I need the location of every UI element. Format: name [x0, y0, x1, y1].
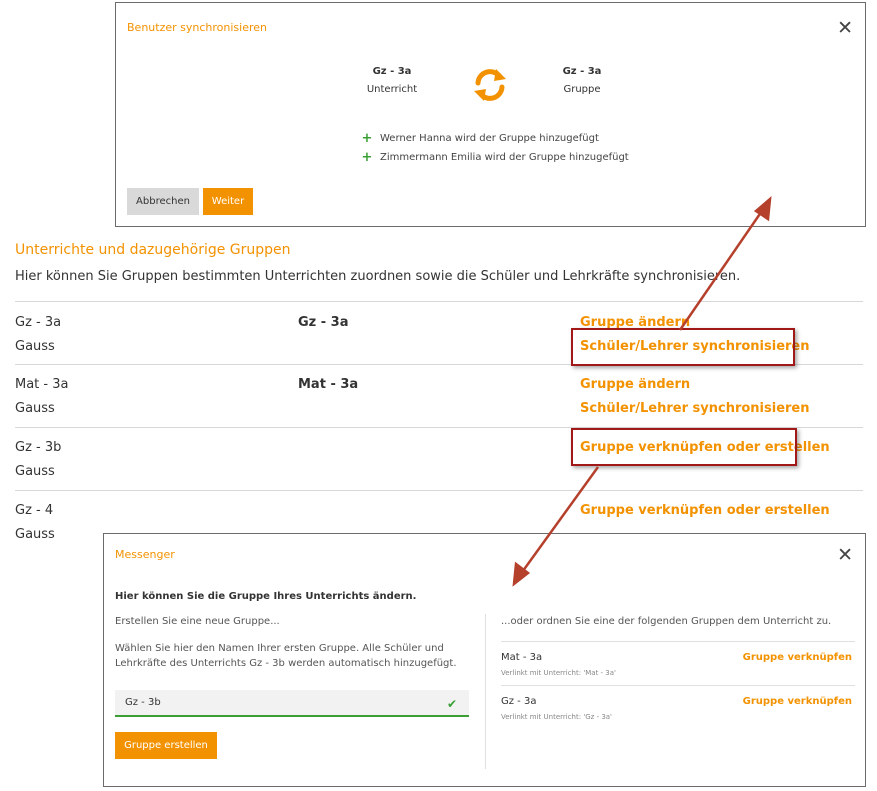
sync-source: Gz - 3a Unterricht — [352, 66, 432, 95]
course-name: Mat - 3a — [15, 377, 69, 392]
plus-icon: + — [361, 131, 373, 146]
modal-title: Messenger — [115, 548, 175, 561]
sync-target: Gz - 3a Gruppe — [542, 66, 622, 95]
create-group-button[interactable]: Gruppe erstellen — [115, 732, 217, 759]
change-group-link[interactable]: Gruppe ändern — [580, 377, 690, 392]
teacher-name: Gauss — [15, 527, 55, 542]
assign-group-subtitle: ...oder ordnen Sie eine der folgenden Gr… — [501, 616, 832, 627]
group-name: Mat - 3a — [501, 652, 543, 663]
link-or-create-group-link[interactable]: Gruppe verknüpfen oder erstellen — [580, 503, 830, 518]
source-name: Gz - 3a — [372, 66, 412, 77]
check-icon: ✔ — [447, 697, 458, 711]
close-icon[interactable]: ✕ — [837, 546, 853, 565]
change-list: + Werner Hanna wird der Gruppe hinzugefü… — [361, 129, 629, 167]
source-type: Unterricht — [366, 84, 418, 95]
modal-heading: Hier können Sie die Gruppe Ihres Unterri… — [115, 591, 417, 602]
create-group-description: Wählen Sie hier den Namen Ihrer ersten G… — [115, 643, 457, 669]
group-name: Gz - 3a — [298, 315, 349, 330]
teacher-name: Gauss — [15, 401, 55, 416]
change-text: Werner Hanna wird der Gruppe hinzugefügt — [380, 133, 599, 144]
next-button[interactable]: Weiter — [203, 188, 253, 215]
close-icon[interactable]: ✕ — [837, 19, 853, 38]
highlight-link-box — [571, 428, 797, 466]
group-name: Gz - 3a — [501, 696, 537, 707]
section-description: Hier können Sie Gruppen bestimmten Unter… — [15, 269, 741, 284]
group-list-item: Gz - 3a Verlinkt mit Unterricht: 'Gz - 3… — [501, 685, 855, 730]
teacher-name: Gauss — [15, 464, 55, 479]
target-name: Gz - 3a — [562, 66, 602, 77]
course-name: Gz - 4 — [15, 503, 54, 518]
column-divider — [485, 614, 486, 769]
link-group-button[interactable]: Gruppe verknüpfen — [743, 696, 852, 707]
cancel-button[interactable]: Abbrechen — [127, 188, 199, 215]
course-name: Gz - 3a — [15, 315, 62, 330]
target-type: Gruppe — [563, 84, 601, 95]
change-text: Zimmermann Emilia wird der Gruppe hinzug… — [380, 152, 629, 163]
modal-title: Benutzer synchronisieren — [127, 21, 267, 34]
sync-users-modal: Benutzer synchronisieren ✕ Gz - 3a Unter… — [115, 2, 866, 227]
plus-icon: + — [361, 150, 373, 165]
group-linked-info: Verlinkt mit Unterricht: 'Mat - 3a' — [501, 669, 616, 677]
messenger-modal: Messenger ✕ Hier können Sie die Gruppe I… — [103, 533, 866, 787]
create-group-subtitle: Erstellen Sie eine neue Gruppe... — [115, 616, 280, 627]
course-row: Mat - 3a Gauss Mat - 3a Gruppe ändern Sc… — [15, 364, 863, 427]
group-name-input[interactable] — [115, 690, 469, 717]
link-group-button[interactable]: Gruppe verknüpfen — [743, 652, 852, 663]
change-item: + Zimmermann Emilia wird der Gruppe hinz… — [361, 148, 629, 167]
course-name: Gz - 3b — [15, 440, 62, 455]
section-title: Unterrichte und dazugehörige Gruppen — [15, 242, 291, 258]
group-linked-info: Verlinkt mit Unterricht: 'Gz - 3a' — [501, 713, 612, 721]
refresh-icon — [474, 69, 506, 101]
group-list-item: Mat - 3a Verlinkt mit Unterricht: 'Mat -… — [501, 641, 855, 686]
highlight-sync-box — [571, 328, 795, 366]
sync-users-link[interactable]: Schüler/Lehrer synchronisieren — [580, 401, 810, 416]
teacher-name: Gauss — [15, 339, 55, 354]
change-item: + Werner Hanna wird der Gruppe hinzugefü… — [361, 129, 629, 148]
group-name: Mat - 3a — [298, 377, 359, 392]
